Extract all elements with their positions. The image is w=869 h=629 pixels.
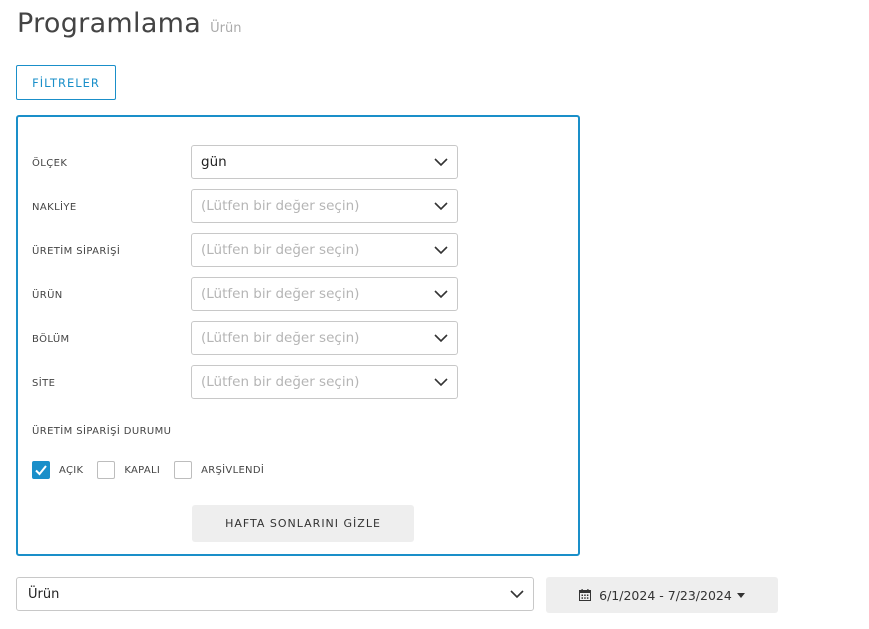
status-checkbox-group: AÇIK KAPALI ARŞİVLENDİ	[32, 461, 278, 479]
date-range-picker[interactable]: 6/1/2024 - 7/23/2024	[546, 577, 778, 613]
department-placeholder: (Lütfen bir değer seçin)	[201, 330, 360, 346]
department-label: BÖLÜM	[32, 334, 70, 345]
product-select[interactable]: (Lütfen bir değer seçin)	[191, 277, 458, 311]
site-select[interactable]: (Lütfen bir değer seçin)	[191, 365, 458, 399]
production-order-select[interactable]: (Lütfen bir değer seçin)	[191, 233, 458, 267]
production-order-placeholder: (Lütfen bir değer seçin)	[201, 242, 360, 258]
chevron-down-icon	[434, 290, 448, 299]
calendar-icon	[579, 589, 592, 601]
status-closed-label: KAPALI	[124, 464, 161, 476]
shipment-select[interactable]: (Lütfen bir değer seçin)	[191, 189, 458, 223]
chevron-down-icon	[510, 590, 524, 599]
caret-down-icon	[736, 592, 745, 598]
view-select[interactable]: Ürün	[16, 577, 534, 611]
chevron-down-icon	[434, 158, 448, 167]
shipment-label: NAKLİYE	[32, 202, 77, 213]
status-closed-checkbox[interactable]	[97, 461, 116, 479]
chevron-down-icon	[434, 202, 448, 211]
page-header: Programlama Ürün	[17, 8, 241, 39]
status-open-checkbox[interactable]	[32, 461, 50, 479]
page-subtitle: Ürün	[210, 21, 242, 36]
chevron-down-icon	[434, 246, 448, 255]
scale-label: ÖLÇEK	[32, 158, 68, 169]
production-order-label: ÜRETİM SİPARİŞİ	[32, 246, 121, 257]
scale-select[interactable]: gün	[191, 145, 458, 179]
shipment-placeholder: (Lütfen bir değer seçin)	[201, 198, 360, 214]
date-range-text: 6/1/2024 - 7/23/2024	[599, 587, 732, 603]
view-select-value: Ürün	[28, 586, 60, 602]
status-archived-label: ARŞİVLENDİ	[201, 464, 265, 476]
production-order-status-label: ÜRETİM SİPARİŞİ DURUMU	[32, 426, 172, 437]
scale-value: gün	[201, 154, 227, 170]
department-select[interactable]: (Lütfen bir değer seçin)	[191, 321, 458, 355]
chevron-down-icon	[434, 378, 448, 387]
chevron-down-icon	[434, 334, 448, 343]
product-placeholder: (Lütfen bir değer seçin)	[201, 286, 360, 302]
filters-button[interactable]: FİLTRELER	[16, 65, 116, 100]
page-title: Programlama	[17, 8, 202, 39]
product-label: ÜRÜN	[32, 290, 63, 301]
hide-weekends-button[interactable]: HAFTA SONLARINI GİZLE	[192, 505, 414, 542]
site-placeholder: (Lütfen bir değer seçin)	[201, 374, 360, 390]
status-open-label: AÇIK	[59, 464, 84, 476]
filters-panel: ÖLÇEK gün NAKLİYE (Lütfen bir değer seçi…	[16, 115, 580, 556]
checkmark-icon	[35, 465, 47, 476]
site-label: SİTE	[32, 378, 56, 389]
status-archived-checkbox[interactable]	[174, 461, 193, 479]
